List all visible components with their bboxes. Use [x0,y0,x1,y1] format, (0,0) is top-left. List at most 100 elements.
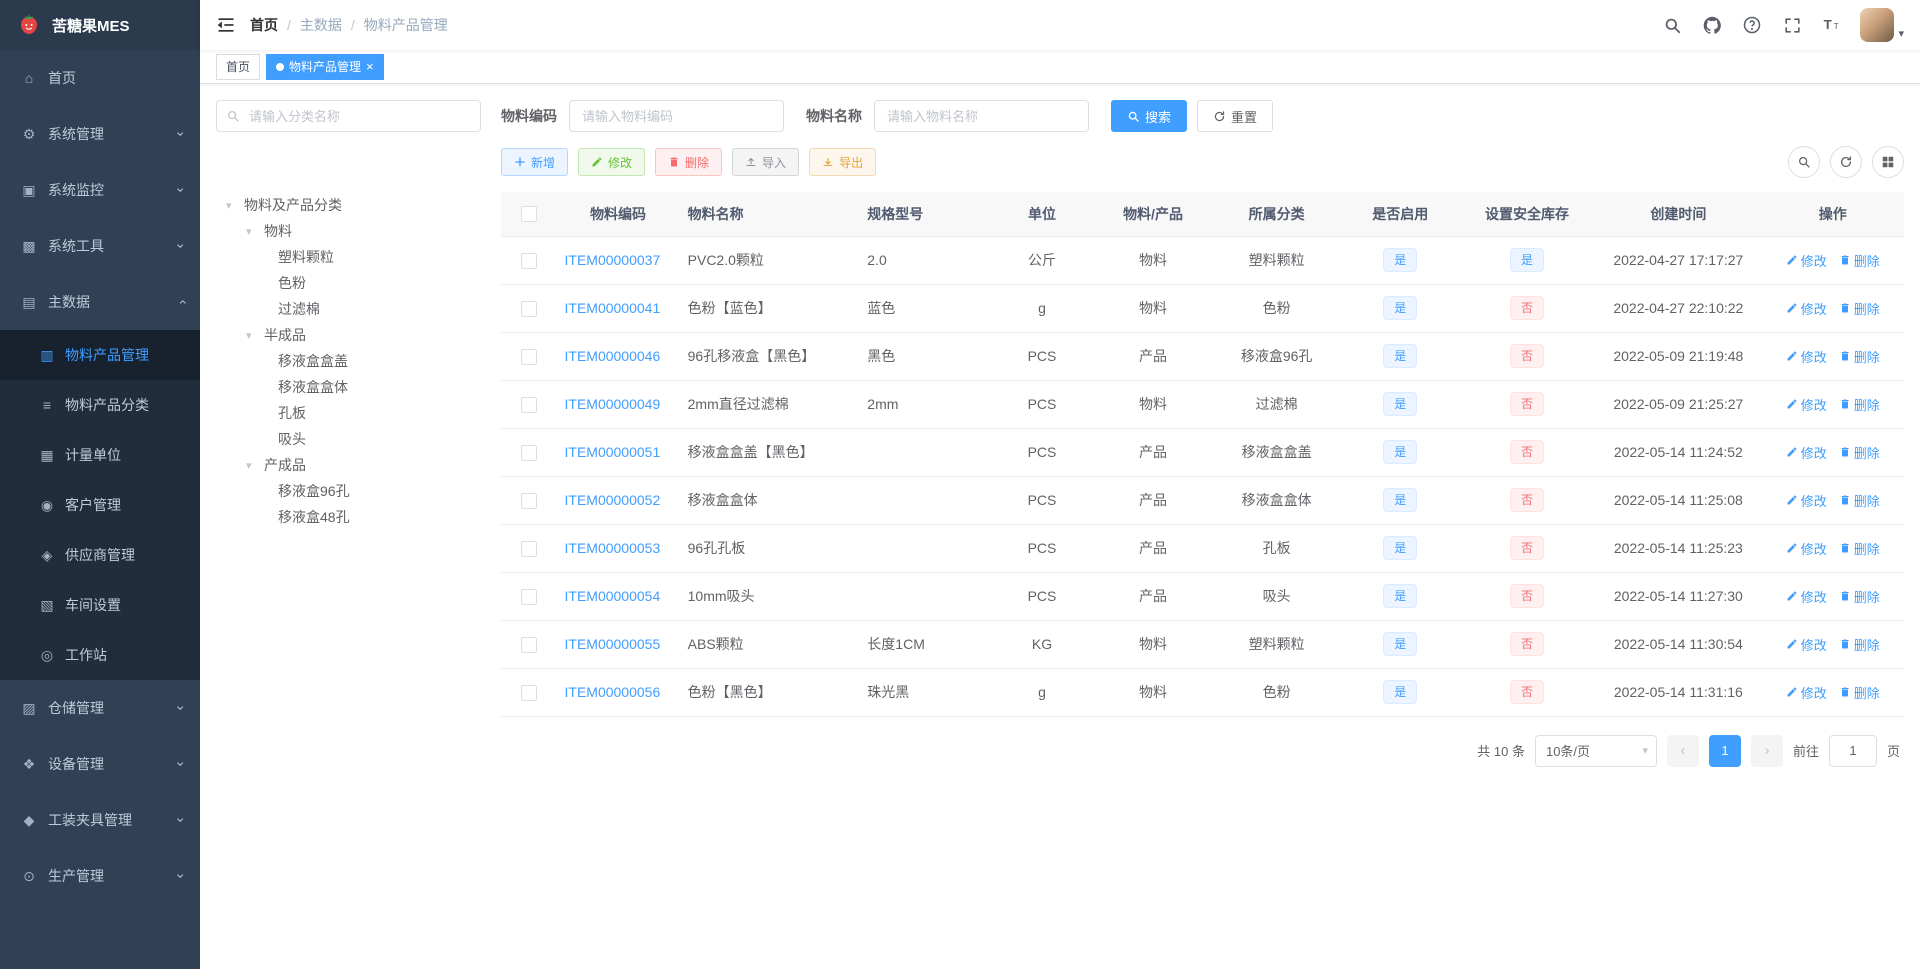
tree-expand-icon[interactable]: ▾ [226,199,244,212]
row-delete-link[interactable]: 删除 [1839,299,1880,318]
category-search-input[interactable] [216,100,481,132]
tree-node[interactable]: 移液盒盒盖 [216,348,481,374]
sidebar-toggle-icon[interactable] [216,15,236,35]
sidebar-item-customer-management[interactable]: ◉ 客户管理 [0,480,200,530]
row-delete-link[interactable]: 删除 [1839,347,1880,366]
sidebar-item-warehouse-management[interactable]: ▨ 仓储管理 › [0,680,200,736]
row-checkbox[interactable] [520,684,537,701]
item-code-link[interactable]: ITEM00000041 [565,300,661,316]
row-checkbox[interactable] [520,252,537,269]
tree-node[interactable]: 色粉 [216,270,481,296]
row-checkbox[interactable] [520,492,537,509]
sidebar-item-supplier-management[interactable]: ◈ 供应商管理 [0,530,200,580]
sidebar-item-system-management[interactable]: ⚙ 系统管理 › [0,106,200,162]
add-button[interactable]: 新增 [501,148,569,176]
refresh-button[interactable] [1830,146,1862,178]
row-checkbox[interactable] [520,636,537,653]
row-delete-link[interactable]: 删除 [1839,491,1880,510]
sidebar-item-home[interactable]: ⌂ 首页 [0,50,200,106]
row-delete-link[interactable]: 删除 [1839,587,1880,606]
row-edit-link[interactable]: 修改 [1786,443,1827,462]
row-checkbox[interactable] [520,300,537,317]
row-delete-link[interactable]: 删除 [1839,395,1880,414]
tree-node[interactable]: 孔板 [216,400,481,426]
item-code-link[interactable]: ITEM00000054 [565,588,661,604]
sidebar-item-workstation[interactable]: ◎ 工作站 [0,630,200,680]
tree-node[interactable]: 过滤棉 [216,296,481,322]
search-button[interactable]: 搜索 [1111,100,1188,132]
tab-item[interactable]: 首页 [216,53,261,80]
tree-node[interactable]: ▾ 产成品 [216,452,481,478]
row-delete-link[interactable]: 删除 [1839,683,1880,702]
row-delete-link[interactable]: 删除 [1839,635,1880,654]
sidebar-item-material-product-management[interactable]: ▥ 物料产品管理 [0,330,200,380]
page-number-button[interactable]: 1 [1708,734,1741,767]
goto-page-input[interactable] [1828,734,1877,767]
sidebar-item-equipment-management[interactable]: ❖ 设备管理 › [0,736,200,792]
delete-button[interactable]: 删除 [655,148,723,176]
name-filter-input[interactable] [874,100,1089,132]
next-page-button[interactable]: › [1750,734,1783,767]
row-edit-link[interactable]: 修改 [1786,347,1827,366]
sidebar-item-measure-unit[interactable]: ▦ 计量单位 [0,430,200,480]
column-settings-button[interactable] [1872,146,1904,178]
sidebar-item-material-product-category[interactable]: ≡ 物料产品分类 [0,380,200,430]
row-delete-link[interactable]: 删除 [1839,539,1880,558]
row-edit-link[interactable]: 修改 [1786,251,1827,270]
import-button[interactable]: 导入 [732,148,800,176]
sidebar-item-system-tools[interactable]: ▩ 系统工具 › [0,218,200,274]
help-icon[interactable] [1740,13,1764,37]
item-code-link[interactable]: ITEM00000046 [565,348,661,364]
sidebar-item-system-monitor[interactable]: ▣ 系统监控 › [0,162,200,218]
item-code-link[interactable]: ITEM00000055 [565,636,661,652]
row-checkbox[interactable] [520,540,537,557]
avatar[interactable] [1860,8,1895,42]
row-delete-link[interactable]: 删除 [1839,251,1880,270]
sidebar-item-fixture-management[interactable]: ◆ 工装夹具管理 › [0,792,200,848]
tree-expand-icon[interactable]: ▾ [246,225,264,238]
row-edit-link[interactable]: 修改 [1786,491,1827,510]
row-checkbox[interactable] [520,588,537,605]
tree-node[interactable]: 移液盒48孔 [216,504,481,530]
row-checkbox[interactable] [520,396,537,413]
row-edit-link[interactable]: 修改 [1786,635,1827,654]
tree-node[interactable]: 塑料颗粒 [216,244,481,270]
breadcrumb-item[interactable]: 首页 [250,15,278,35]
tree-node[interactable]: 移液盒96孔 [216,478,481,504]
row-checkbox[interactable] [520,444,537,461]
tab-item[interactable]: 物料产品管理 × [266,53,384,80]
export-button[interactable]: 导出 [809,148,877,176]
row-edit-link[interactable]: 修改 [1786,587,1827,606]
toggle-search-button[interactable] [1788,146,1820,178]
edit-button[interactable]: 修改 [578,148,646,176]
code-filter-input[interactable] [569,100,784,132]
tree-node[interactable]: 吸头 [216,426,481,452]
reset-button[interactable]: 重置 [1197,100,1274,132]
page-size-select[interactable]: 10条/页 ▾ [1534,734,1657,767]
row-delete-link[interactable]: 删除 [1839,443,1880,462]
item-code-link[interactable]: ITEM00000051 [565,444,661,460]
tree-node[interactable]: ▾ 半成品 [216,322,481,348]
tree-node[interactable]: ▾ 物料及产品分类 [216,192,481,218]
row-edit-link[interactable]: 修改 [1786,395,1827,414]
github-icon[interactable] [1700,13,1724,37]
sidebar-item-production-management[interactable]: ⊙ 生产管理 › [0,848,200,904]
select-all-checkbox[interactable] [520,206,537,223]
user-menu[interactable]: ▾ [1860,8,1904,42]
tree-expand-icon[interactable]: ▾ [246,329,264,342]
item-code-link[interactable]: ITEM00000049 [565,396,661,412]
prev-page-button[interactable]: ‹ [1666,734,1699,767]
close-tab-icon[interactable]: × [366,60,374,73]
fullscreen-icon[interactable] [1780,13,1804,37]
font-size-icon[interactable]: TT [1820,13,1844,37]
tree-node[interactable]: 移液盒盒体 [216,374,481,400]
row-edit-link[interactable]: 修改 [1786,539,1827,558]
row-checkbox[interactable] [520,348,537,365]
item-code-link[interactable]: ITEM00000053 [565,540,661,556]
row-edit-link[interactable]: 修改 [1786,299,1827,318]
item-code-link[interactable]: ITEM00000056 [565,684,661,700]
item-code-link[interactable]: ITEM00000037 [565,252,661,268]
item-code-link[interactable]: ITEM00000052 [565,492,661,508]
sidebar-item-master-data[interactable]: ▤ 主数据 › [0,274,200,330]
sidebar-item-workshop-settings[interactable]: ▧ 车间设置 [0,580,200,630]
